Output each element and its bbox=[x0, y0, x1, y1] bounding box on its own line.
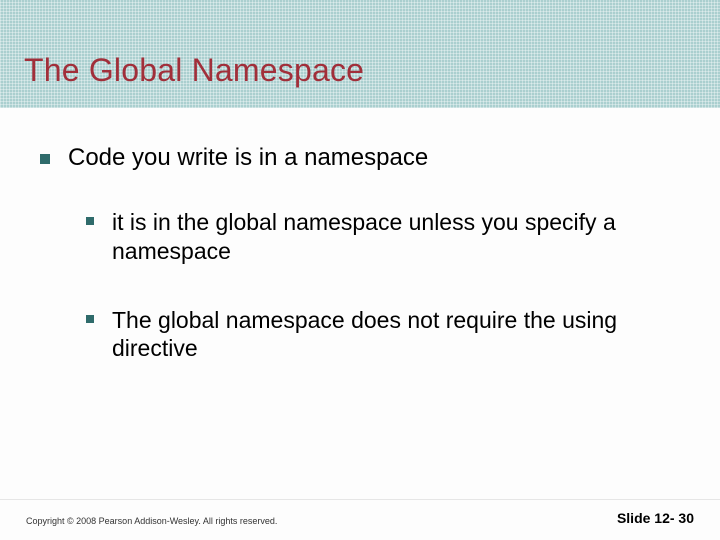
copyright-text: Copyright © 2008 Pearson Addison-Wesley.… bbox=[26, 516, 277, 526]
title-band: The Global Namespace bbox=[0, 0, 720, 108]
footer: Copyright © 2008 Pearson Addison-Wesley.… bbox=[0, 499, 720, 540]
bullet-level2-item: The global namespace does not require th… bbox=[86, 306, 680, 364]
bullet-level2-text: The global namespace does not require th… bbox=[112, 306, 652, 364]
square-bullet-icon bbox=[86, 315, 94, 323]
slide-number: Slide 12- 30 bbox=[617, 510, 694, 526]
square-bullet-icon bbox=[86, 217, 94, 225]
bullet-level2-group: it is in the global namespace unless you… bbox=[86, 208, 680, 363]
bullet-level1: Code you write is in a namespace bbox=[40, 144, 680, 172]
slide-body: Code you write is in a namespace it is i… bbox=[0, 108, 720, 540]
slide: The Global Namespace Code you write is i… bbox=[0, 0, 720, 540]
square-bullet-icon bbox=[40, 154, 50, 164]
bullet-level1-text: Code you write is in a namespace bbox=[68, 144, 428, 172]
bullet-level2-item: it is in the global namespace unless you… bbox=[86, 208, 680, 266]
bullet-level2-text: it is in the global namespace unless you… bbox=[112, 208, 652, 266]
slide-title: The Global Namespace bbox=[24, 52, 364, 89]
